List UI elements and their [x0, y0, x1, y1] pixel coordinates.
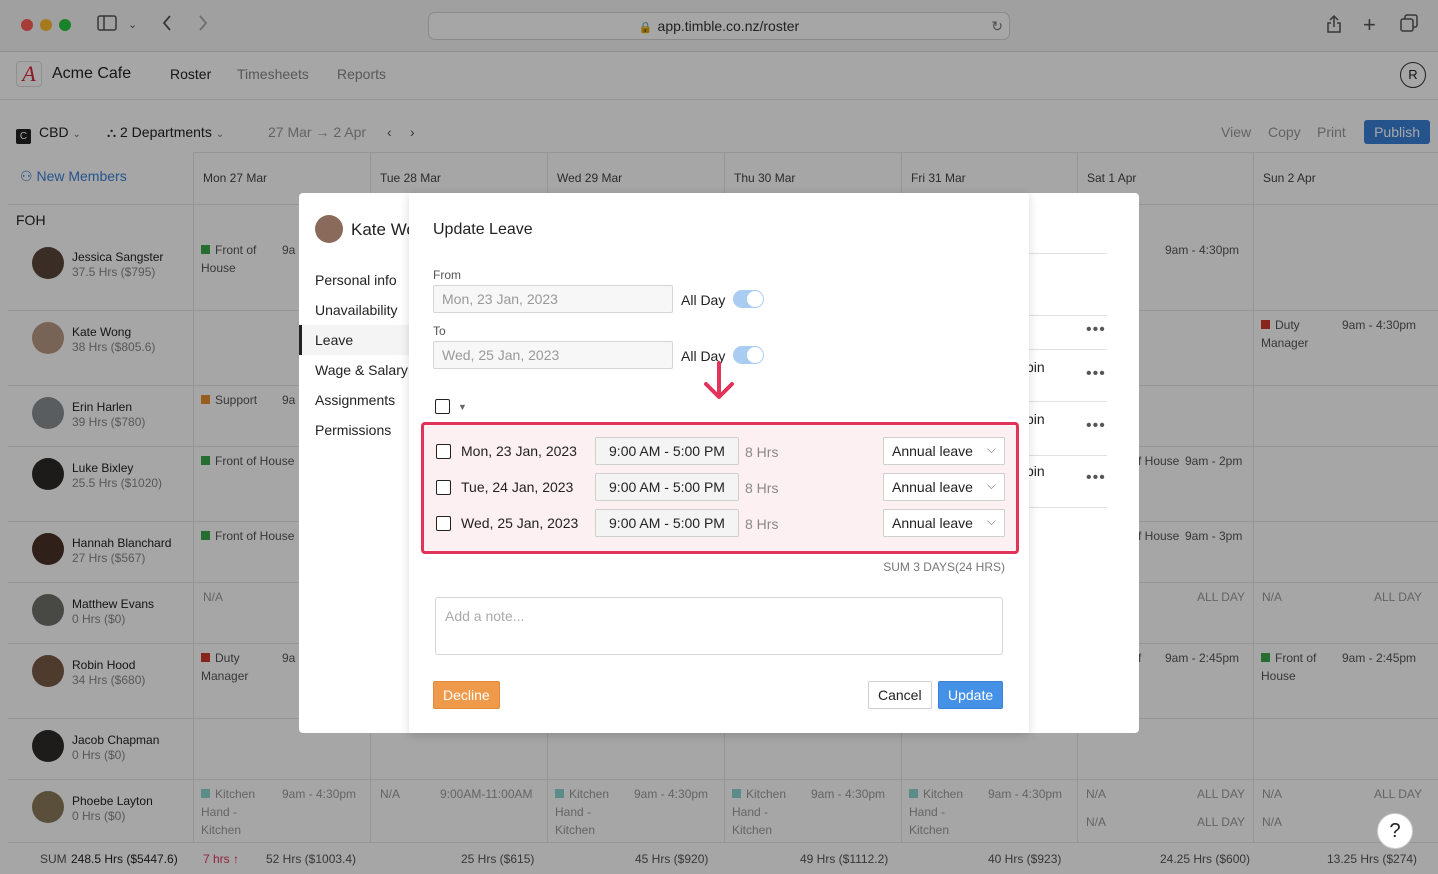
update-button[interactable]: Update: [938, 681, 1004, 709]
leave-day-date: Tue, 24 Jan, 2023: [461, 479, 574, 495]
leave-day-checkbox[interactable]: [436, 516, 451, 531]
profile-menu-personal-info[interactable]: Personal info: [299, 265, 419, 295]
all-day-label: All Day: [681, 292, 726, 308]
leave-type-select[interactable]: Annual leave ⌵: [883, 473, 1005, 501]
select-all-checkbox[interactable]: [435, 399, 450, 414]
leave-type-select[interactable]: Annual leave ⌵: [883, 509, 1005, 537]
profile-menu-leave[interactable]: Leave: [299, 325, 419, 355]
divider: [1027, 401, 1107, 402]
help-button[interactable]: ?: [1377, 813, 1413, 849]
leave-day-hours: 8 Hrs: [745, 480, 779, 496]
leave-day-checkbox[interactable]: [436, 444, 451, 459]
divider: [1027, 349, 1107, 350]
leave-day-date: Wed, 25 Jan, 2023: [461, 515, 579, 531]
profile-menu-permissions[interactable]: Permissions: [299, 415, 419, 445]
leave-type-value: Annual leave: [892, 443, 973, 459]
caret-down-icon[interactable]: ▼: [458, 402, 467, 412]
annotation-arrow-icon: [696, 360, 742, 409]
from-label: From: [433, 268, 461, 282]
divider: [1027, 455, 1107, 456]
divider: [1027, 315, 1107, 316]
chevron-down-icon: ⌵: [986, 442, 996, 456]
from-date-field[interactable]: Mon, 23 Jan, 2023: [433, 285, 673, 313]
cancel-button[interactable]: Cancel: [868, 681, 932, 709]
profile-menu-assignments[interactable]: Assignments: [299, 385, 419, 415]
leave-day-checkbox[interactable]: [436, 480, 451, 495]
decline-button[interactable]: Decline: [433, 681, 500, 709]
leave-type-value: Annual leave: [892, 515, 973, 531]
leave-type-select[interactable]: Annual leave ⌵: [883, 437, 1005, 465]
leave-day-time[interactable]: 9:00 AM - 5:00 PM: [595, 509, 739, 537]
leave-day-time[interactable]: 9:00 AM - 5:00 PM: [595, 473, 739, 501]
leave-sum: SUM 3 DAYS(24 HRS): [883, 560, 1005, 574]
leave-day-hours: 8 Hrs: [745, 516, 779, 532]
profile-menu-wage-salary[interactable]: Wage & Salary: [299, 355, 419, 385]
divider: [1027, 253, 1107, 254]
more-options-icon[interactable]: •••: [1086, 417, 1106, 435]
all-day-toggle[interactable]: [733, 290, 764, 308]
to-date-field[interactable]: Wed, 25 Jan, 2023: [433, 341, 673, 369]
chevron-down-icon: ⌵: [986, 514, 996, 528]
modal-title: Update Leave: [433, 221, 533, 238]
leave-type-value: Annual leave: [892, 479, 973, 495]
divider: [1027, 507, 1107, 508]
leave-day-date: Mon, 23 Jan, 2023: [461, 443, 577, 459]
to-label: To: [433, 324, 446, 338]
leave-day-hours: 8 Hrs: [745, 444, 779, 460]
update-leave-modal: Update Leave From Mon, 23 Jan, 2023 All …: [409, 193, 1029, 733]
chevron-down-icon: ⌵: [986, 478, 996, 492]
more-options-icon[interactable]: •••: [1086, 365, 1106, 383]
avatar: [315, 215, 343, 243]
member-profile-name: Kate Wo: [351, 220, 416, 239]
more-options-icon[interactable]: •••: [1086, 469, 1106, 487]
more-options-icon[interactable]: •••: [1086, 321, 1106, 339]
leave-day-time[interactable]: 9:00 AM - 5:00 PM: [595, 437, 739, 465]
note-field[interactable]: Add a note...: [435, 597, 1003, 655]
profile-menu-unavailability[interactable]: Unavailability: [299, 295, 419, 325]
